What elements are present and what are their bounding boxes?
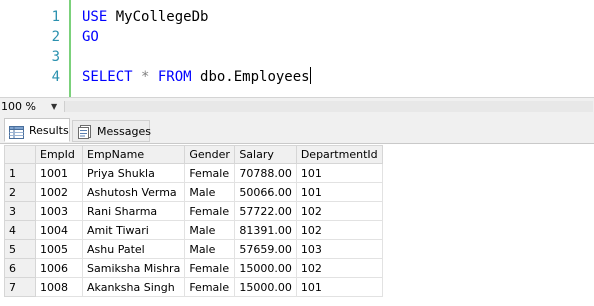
horizontal-scrollbar[interactable] (64, 101, 593, 112)
sql-operator: * (132, 69, 158, 85)
cell-empid[interactable]: 1003 (35, 201, 83, 221)
sql-text: MyCollegeDb (107, 9, 209, 25)
cell-gender[interactable]: Male (184, 182, 236, 202)
zoom-dropdown[interactable]: 100 % ▼ (1, 99, 61, 114)
cell-salary[interactable]: 81391.00 (234, 220, 297, 240)
table-row[interactable]: 4 1004 Amit Tiwari Male 81391.00 102 (4, 220, 383, 240)
code-line[interactable]: GO (82, 27, 99, 47)
cell-empid[interactable]: 1002 (35, 182, 83, 202)
table-row[interactable]: 7 1008 Akanksha Singh Female 15000.00 10… (4, 277, 383, 297)
sql-text: dbo.Employees (191, 69, 310, 85)
cell-empname[interactable]: Ashutosh Verma (81, 182, 186, 202)
line-number: 2 (51, 29, 60, 45)
cell-gender[interactable]: Male (184, 220, 236, 240)
row-number[interactable]: 6 (4, 258, 36, 278)
column-header-empid[interactable]: EmpId (35, 145, 83, 164)
cell-gender[interactable]: Female (184, 163, 236, 183)
table-row[interactable]: 2 1002 Ashutosh Verma Male 50066.00 101 (4, 182, 383, 202)
header-row: EmpId EmpName Gender Salary DepartmentId (4, 145, 383, 164)
cell-departmentid[interactable]: 101 (295, 163, 383, 183)
tab-label: Messages (97, 125, 151, 138)
cell-salary[interactable]: 15000.00 (234, 258, 297, 278)
tab-results[interactable]: Results (4, 118, 70, 142)
change-tracking-margin (69, 0, 71, 97)
line-number: 4 (51, 69, 60, 85)
line-number: 3 (51, 49, 60, 65)
cell-empname[interactable]: Amit Tiwari (81, 220, 186, 240)
query-editor[interactable]: 1 2 3 4 USE MyCollegeDb GO SELECT * FROM… (0, 0, 594, 97)
line-number-gutter: 1 2 3 4 (0, 0, 66, 97)
cell-empname[interactable]: Rani Sharma (81, 201, 186, 221)
row-number[interactable]: 1 (4, 163, 36, 183)
cell-departmentid[interactable]: 101 (295, 182, 383, 202)
sql-keyword: USE (82, 9, 108, 25)
column-header-salary[interactable]: Salary (234, 145, 297, 164)
cell-empname[interactable]: Akanksha Singh (81, 277, 186, 297)
cell-empid[interactable]: 1005 (35, 239, 83, 259)
row-number[interactable]: 7 (4, 277, 36, 297)
zoom-value: 100 % (1, 100, 36, 113)
table-row[interactable]: 1 1001 Priya Shukla Female 70788.00 101 (4, 163, 383, 183)
cell-empid[interactable]: 1001 (35, 163, 83, 183)
line-number: 1 (51, 9, 60, 25)
sql-keyword: GO (82, 29, 99, 45)
cell-departmentid[interactable]: 102 (295, 201, 383, 221)
cell-salary[interactable]: 57722.00 (234, 201, 297, 221)
table-row[interactable]: 5 1005 Ashu Patel Male 57659.00 103 (4, 239, 383, 259)
row-number-header[interactable] (4, 145, 36, 164)
results-grid[interactable]: EmpId EmpName Gender Salary DepartmentId… (4, 145, 383, 297)
dropdown-arrow-icon: ▼ (51, 102, 58, 111)
cell-gender[interactable]: Female (184, 201, 236, 221)
table-row[interactable]: 6 1006 Samiksha Mishra Female 15000.00 1… (4, 258, 383, 278)
results-tab-strip: Results Messages (0, 115, 594, 144)
messages-icon (77, 125, 92, 147)
row-number[interactable]: 4 (4, 220, 36, 240)
column-header-departmentid[interactable]: DepartmentId (295, 145, 383, 164)
cell-salary[interactable]: 70788.00 (234, 163, 297, 183)
cell-departmentid[interactable]: 101 (295, 277, 383, 297)
text-caret (309, 67, 311, 84)
cell-gender[interactable]: Female (184, 277, 236, 297)
table-row[interactable]: 3 1003 Rani Sharma Female 57722.00 102 (4, 201, 383, 221)
cell-departmentid[interactable]: 102 (295, 258, 383, 278)
row-number[interactable]: 5 (4, 239, 36, 259)
sql-keyword: FROM (157, 69, 192, 85)
row-number[interactable]: 3 (4, 201, 36, 221)
sql-keyword: SELECT (82, 69, 133, 85)
cell-salary[interactable]: 50066.00 (234, 182, 297, 202)
cell-empname[interactable]: Samiksha Mishra (81, 258, 186, 278)
code-line[interactable]: USE MyCollegeDb (82, 7, 208, 27)
cell-empid[interactable]: 1006 (35, 258, 83, 278)
cell-empid[interactable]: 1004 (35, 220, 83, 240)
cell-gender[interactable]: Male (184, 239, 236, 259)
cell-salary[interactable]: 57659.00 (234, 239, 297, 259)
cell-salary[interactable]: 15000.00 (234, 277, 297, 297)
cell-departmentid[interactable]: 103 (295, 239, 383, 259)
cell-empid[interactable]: 1008 (35, 277, 83, 297)
cell-empname[interactable]: Ashu Patel (81, 239, 186, 259)
tab-messages[interactable]: Messages (72, 120, 151, 142)
column-header-empname[interactable]: EmpName (81, 145, 186, 164)
column-header-gender[interactable]: Gender (184, 145, 236, 164)
editor-status-bar: 100 % ▼ (0, 97, 594, 115)
code-line[interactable]: SELECT * FROM dbo.Employees (82, 67, 311, 87)
cell-departmentid[interactable]: 102 (295, 220, 383, 240)
cell-gender[interactable]: Female (184, 258, 236, 278)
row-number[interactable]: 2 (4, 182, 36, 202)
cell-empname[interactable]: Priya Shukla (81, 163, 186, 183)
tab-label: Results (29, 124, 69, 137)
